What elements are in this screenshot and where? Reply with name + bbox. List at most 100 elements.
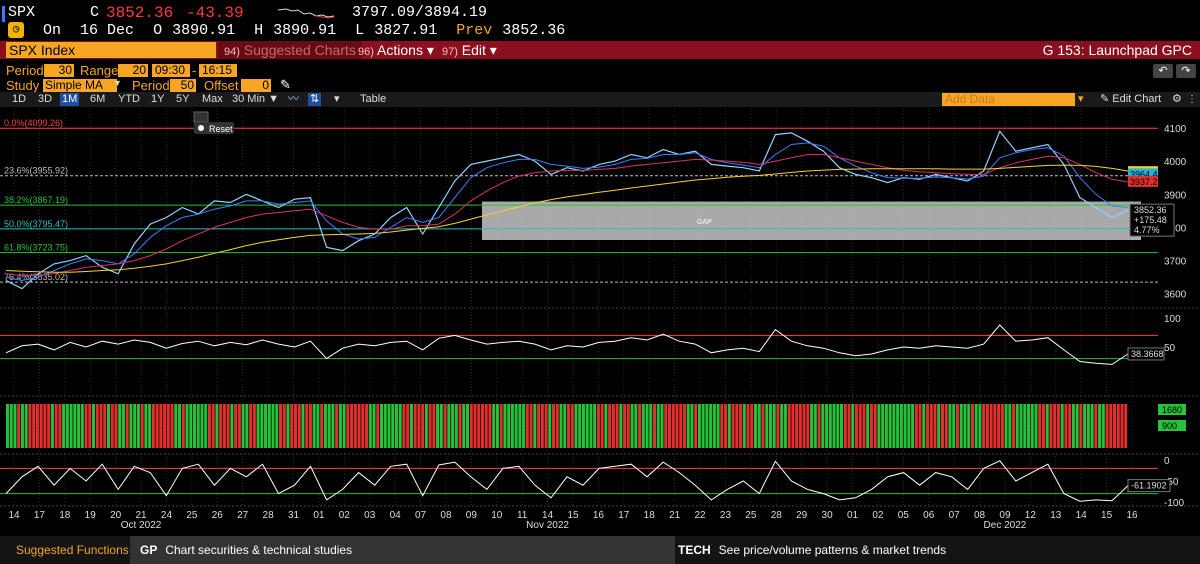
fib-level-label: 23.6%(3955.92): [4, 166, 68, 176]
day-tick-label: 29: [796, 510, 808, 521]
day-tick-label: 13: [1050, 510, 1062, 521]
histogram-bar: [952, 404, 956, 448]
range-1y[interactable]: 1Y: [151, 93, 164, 106]
histogram-bar: [346, 404, 350, 448]
chart-area[interactable]: 14 17 18 19 20 21 24 25 26 27 28 31 01 02 03 04 07 08 09 10…: [0, 108, 1200, 536]
histogram-bar: [604, 404, 608, 448]
day-tick-label: 16: [1126, 510, 1138, 521]
histogram-bar: [196, 404, 200, 448]
edit-menu[interactable]: 97) Edit ▾: [436, 41, 503, 59]
offset-input[interactable]: 0: [241, 79, 271, 92]
day-tick-label: 09: [466, 510, 478, 521]
histogram-bar: [840, 404, 844, 448]
edit-chart-button[interactable]: ✎ Edit Chart: [1100, 93, 1161, 106]
histogram-bar: [462, 404, 466, 448]
settings-icon[interactable]: ⚙: [1172, 93, 1182, 106]
histogram-bar: [1019, 404, 1023, 448]
histogram-bar: [252, 404, 256, 448]
suggested-charts-button[interactable]: 94) Suggested Charts: [218, 41, 362, 59]
day-tick-label: 10: [491, 510, 503, 521]
histogram-bar: [1030, 404, 1034, 448]
histogram-bar: [170, 404, 174, 448]
day-tick-label: 14: [1076, 510, 1088, 521]
histogram-bar: [1068, 404, 1072, 448]
histogram-bar: [1034, 404, 1038, 448]
study-dropdown-icon[interactable]: ▾: [115, 78, 120, 89]
range-6m[interactable]: 6M: [90, 93, 105, 106]
undo-icon[interactable]: ↶: [1153, 64, 1173, 78]
gp-function-link[interactable]: GP Chart securities & technical studies: [130, 536, 675, 564]
range-1m[interactable]: 1M: [60, 93, 80, 106]
zoom-icon[interactable]: [193, 111, 209, 123]
chart-type-dropdown-icon[interactable]: ▾: [334, 93, 340, 106]
histogram-bar: [372, 404, 376, 448]
candlestick-icon[interactable]: ⇅: [308, 93, 322, 106]
histogram-bar: [293, 404, 297, 448]
histogram-bar: [20, 404, 24, 448]
histogram-bar: [757, 404, 761, 448]
histogram-bar: [596, 404, 600, 448]
day-tick-label: 19: [85, 510, 97, 521]
rsi-last-tag: 38.3668: [1131, 349, 1164, 359]
start-time-input[interactable]: 09:30: [152, 64, 190, 77]
histogram-bar: [421, 404, 425, 448]
study-period-input[interactable]: 50: [170, 79, 196, 92]
prev-label: Prev: [456, 22, 493, 39]
table-button[interactable]: Table: [360, 93, 386, 106]
histogram-bar: [62, 404, 66, 448]
range-5y[interactable]: 5Y: [176, 93, 189, 106]
line-chart-icon[interactable]: 〰: [288, 93, 299, 106]
histogram-bar: [967, 404, 971, 448]
interval-select[interactable]: 30 Min ▼: [232, 93, 279, 106]
histogram-bar: [193, 404, 196, 448]
histogram-bar: [148, 404, 152, 448]
histogram-bar: [667, 404, 671, 448]
rsi-axis-tick: 100: [1164, 314, 1181, 325]
histogram-bar: [484, 404, 488, 448]
histogram-bar: [338, 404, 342, 448]
histogram-bar: [709, 404, 713, 448]
add-data-dropdown-icon[interactable]: ▾: [1078, 93, 1084, 106]
range-input[interactable]: 20: [118, 64, 148, 77]
histogram-bar: [1004, 404, 1008, 448]
histogram-bar: [237, 404, 241, 448]
histogram-bar: [791, 404, 795, 448]
period-input[interactable]: 30: [44, 64, 74, 77]
histogram-bar: [686, 404, 690, 448]
reset-control[interactable]: Reset: [193, 111, 234, 134]
histogram-bar: [121, 404, 125, 448]
redo-icon[interactable]: ↷: [1176, 64, 1196, 78]
range-3d[interactable]: 3D: [38, 93, 52, 106]
wr-last-tag: -61.1902: [1131, 481, 1167, 491]
range-ytd[interactable]: YTD: [118, 93, 140, 106]
histogram-bar: [469, 404, 473, 448]
histogram-bar: [1079, 404, 1083, 448]
histogram-bar: [428, 404, 432, 448]
histogram-bar: [65, 404, 69, 448]
histogram-bar: [918, 404, 922, 448]
histogram-bar: [854, 404, 858, 448]
histogram-bar: [1015, 404, 1019, 448]
day-tick-label: 15: [1101, 510, 1113, 521]
range-max[interactable]: Max: [202, 93, 223, 106]
histogram-bar: [716, 404, 720, 448]
reset-label: Reset: [209, 124, 233, 134]
tech-function-link[interactable]: TECH See price/volume patterns & market t…: [678, 543, 946, 557]
histogram-bar: [6, 404, 9, 448]
histogram-bar: [200, 404, 204, 448]
day-tick-label: 22: [694, 510, 706, 521]
actions-menu[interactable]: 96) Actions ▾: [352, 41, 440, 59]
study-select[interactable]: Simple MA: [43, 79, 117, 92]
security-input[interactable]: SPX Index: [6, 42, 216, 58]
histogram-bar: [660, 404, 664, 448]
histogram-bar: [899, 404, 903, 448]
suggested-label: Suggested Charts: [243, 42, 356, 58]
end-time-input[interactable]: 16:15: [199, 64, 237, 77]
add-data-input[interactable]: Add Data: [942, 93, 1075, 106]
last-price-tag-line: 3852.36: [1134, 205, 1167, 215]
more-options-icon[interactable]: ⋮: [1187, 93, 1197, 106]
pencil-icon[interactable]: ✎: [280, 77, 291, 93]
histogram-bar: [327, 404, 331, 448]
day-tick-label: 07: [415, 510, 427, 521]
range-1d[interactable]: 1D: [12, 93, 26, 106]
